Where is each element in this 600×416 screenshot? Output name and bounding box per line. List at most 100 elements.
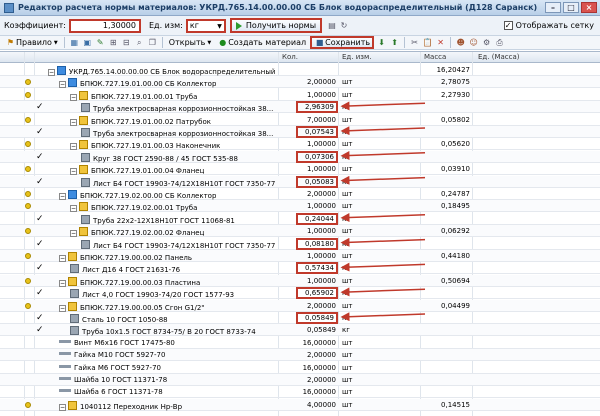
unit-cell: шт [342,78,353,87]
save-button[interactable]: ■ Сохранить [310,36,375,49]
collapse-toggle[interactable]: − [70,205,77,213]
column-unit[interactable]: Ед. изм. [342,53,372,61]
table-row[interactable]: − БПЮК.727.19.01.00.02 Патрубок 7,00000 шт 0… [0,114,600,126]
refresh-icon[interactable]: ↻ [338,20,350,32]
qty-cell[interactable]: 0,24044 [296,212,338,225]
table-row[interactable]: − БПЮК.727.19.02.00.01 Труба 1,00000 шт 0,18… [0,200,600,213]
mass-cell: 0,06292 [441,227,470,236]
delete-icon[interactable]: ✕ [435,37,446,48]
column-mass-unit[interactable]: Ед. (Масса) [478,53,520,61]
table-row[interactable]: ✓ Сталь 10 ГОСТ 1050-88 0,05849 кг [0,312,600,324]
table-row[interactable]: Шайба 10 ГОСТ 11371-78 2,00000 шт [0,374,600,386]
table-row[interactable]: − БПЮК.727.19.00.00.05 Сгон G1/2" 2,00000 ш… [0,299,600,312]
window-icon[interactable]: ▤ [326,20,338,32]
maximize-button[interactable]: □ [563,2,579,13]
collapse-toggle[interactable]: − [70,230,77,238]
table-row[interactable]: ✓ Лист Б4 ГОСТ 19903-74/12Х18Н10Т ГОСТ 73… [0,175,600,188]
column-mass[interactable]: Масса [424,53,446,61]
user-icon[interactable]: ☺ [468,37,479,48]
collapse-toggle[interactable]: − [59,255,66,262]
table-row[interactable]: − БПЮК.727.19.01.00.00 СБ Коллектор 2,0000… [0,76,600,89]
row-name-text: БПЮК.727.19.01.00.03 Наконечник [91,142,221,151]
collapse-toggle[interactable]: − [59,279,66,287]
create-material-button[interactable]: ● Создать материал [215,37,308,49]
collapse-toggle[interactable]: − [70,168,77,176]
table-row[interactable]: ✓ Круг 38 ГОСТ 2590-88 / 45 ГОСТ 535-88 0,… [0,150,600,163]
table-row[interactable]: − БПЮК.727.19.02.00.00 СБ Коллектор 2,0000… [0,188,600,200]
cut-icon[interactable]: ✂ [409,37,420,48]
table-row[interactable]: − БПЮК.727.19.02.00.02 Фланец 1,00000 шт 0,0… [0,225,600,238]
print-icon[interactable]: ⎙ [494,37,505,48]
collapse-toggle[interactable]: − [70,143,77,151]
table-row[interactable]: − БПЮК.727.19.01.00.03 Наконечник 1,00000 ш… [0,138,600,151]
table-row[interactable]: − БПЮК.727.19.01.00.04 Фланец 1,00000 шт 0,0… [0,163,600,176]
collapse-toggle[interactable]: − [59,193,66,200]
row-name: − БПЮК.727.19.02.00.01 Труба [70,202,197,213]
collapse-toggle[interactable]: − [59,81,66,89]
table-row[interactable]: Гайка М6 ГОСТ 5927-70 16,00000 шт [0,362,600,374]
table-row[interactable]: − БПЮК.727.19.00.00.02 Панель 1,00000 шт 0,4… [0,250,600,262]
table-row[interactable]: ✓ Лист Д16 4 ГОСТ 21631-76 0,57434 кг [0,262,600,275]
table-row[interactable]: Шайба 6 ГОСТ 11371-78 16,00000 шт [0,386,600,399]
qty-cell[interactable]: 0,05083 [296,175,338,188]
collapse-toggle[interactable]: − [48,69,55,76]
settings-icon[interactable]: ⚙ [481,37,492,48]
arrow-down-icon[interactable]: ⬇ [376,37,387,48]
show-grid-checkbox[interactable]: ✓ [503,21,513,30]
part-icon [68,301,77,311]
table-row[interactable]: ✓ Труба электросварная коррозионностойкая… [0,126,600,138]
table-row[interactable]: ✓ Труба 10х1.5 ГОСТ 8734-75/ В 20 ГОСТ 87… [0,324,600,337]
close-button[interactable]: × [581,2,597,13]
paste-icon[interactable]: 📋 [422,37,433,48]
table-row[interactable]: ✓ Труба 22х2-12Х18Н10Т ГОСТ 11068-81 0,240… [0,212,600,225]
table-row[interactable]: − БПЮК.727.19.01.00.01 Труба 1,00000 шт 2,27… [0,89,600,101]
mass-cell: 0,50694 [441,276,470,285]
show-grid-toggle[interactable]: ✓ Отображать сетку [503,21,594,30]
minimize-button[interactable]: – [545,2,561,13]
unit-cell: шт [342,227,353,236]
table-row[interactable]: ✓ Труба электросварная коррозионностойкая… [0,101,600,114]
rule-menu[interactable]: ⚑ Правило ▼ [3,37,60,49]
tree-icon[interactable]: ▦ [69,37,80,48]
edit-icon[interactable]: ✎ [95,37,106,48]
qty-cell[interactable]: 0,07306 [296,150,338,163]
table-row[interactable]: ✓ Лист 4,0 ГОСТ 19903-74/20 ГОСТ 1577-93 0… [0,287,600,300]
table-row[interactable]: − УКРД.765.14.00.00.00 СБ Блок водораспре… [0,64,600,76]
qty-cell[interactable]: 0,07543 [296,126,338,138]
users-icon[interactable]: ☻ [455,37,466,48]
table-row[interactable]: Гайка М10 ГОСТ 5927-70 2,00000 шт [0,349,600,362]
collapse-toggle[interactable]: − [70,118,77,126]
collapse-toggle[interactable]: − [59,304,66,312]
qty-cell[interactable]: 0,57434 [296,262,338,275]
expand-icon[interactable]: ⊞ [108,37,119,48]
arrow-up-icon[interactable]: ⬆ [389,37,400,48]
collapse-toggle[interactable]: − [70,93,77,101]
row-name: − 1040112 Переходник Нр-Вр [59,400,182,411]
mass-cell: 0,14515 [441,400,470,409]
norms-tree-grid[interactable]: Кол. Ед. изм. Масса Ед. (Масса) − УКРД.76… [0,51,600,416]
qty-cell: 4,00000 [307,400,336,409]
table-row[interactable]: Винт М6х16 ГОСТ 17475-80 16,00000 шт [0,337,600,349]
table-row[interactable]: ✓ Лист Б4 ГОСТ 19903-74/12Х18Н10Т ГОСТ 73… [0,237,600,250]
table-row[interactable]: − 1040112 Переходник Нр-Вр 4,00000 шт 0,1451… [0,398,600,411]
coef-input[interactable] [69,18,141,33]
qty-cell[interactable]: 2,96309 [296,101,338,114]
qty-cell[interactable]: 0,65902 [296,287,338,300]
copy-icon[interactable]: ❐ [147,37,158,48]
checkmark-icon: ✓ [36,176,44,187]
column-qty[interactable]: Кол. [282,53,298,61]
get-norms-button[interactable]: Получить нормы [229,18,323,33]
assembly-icon [68,78,77,88]
filter-icon[interactable]: ⌕ [134,37,145,48]
qty-cell[interactable]: 0,08180 [296,237,338,250]
table-row[interactable]: − БПЮК.727.19.00.00.03 Пластина 1,00000 шт 0… [0,274,600,287]
collapse-icon[interactable]: ⊟ [121,37,132,48]
row-name-text: БПЮК.727.19.01.00.01 Труба [91,92,198,101]
row-name-text: БПЮК.727.19.02.00.02 Фланец [91,229,205,238]
unit-select[interactable]: кг ▼ [185,18,226,33]
unit-cell: кг [342,177,350,186]
open-menu[interactable]: Открыть ▼ [167,37,213,49]
db-icon[interactable]: ▣ [82,37,93,48]
collapse-toggle[interactable]: − [59,403,66,411]
qty-cell[interactable]: 0,05849 [296,312,338,324]
